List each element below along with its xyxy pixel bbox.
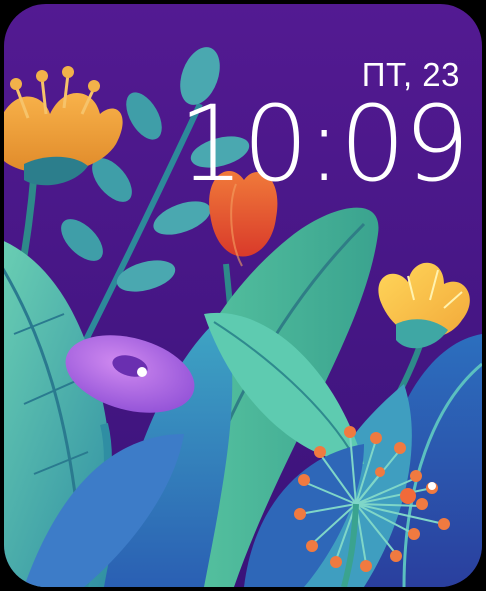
watch-face-flowers[interactable]: ПТ, 23 10:09 bbox=[4, 4, 482, 587]
watch-screen[interactable]: ПТ, 23 10:09 bbox=[0, 0, 486, 591]
time-display: 10:09 bbox=[178, 83, 470, 205]
